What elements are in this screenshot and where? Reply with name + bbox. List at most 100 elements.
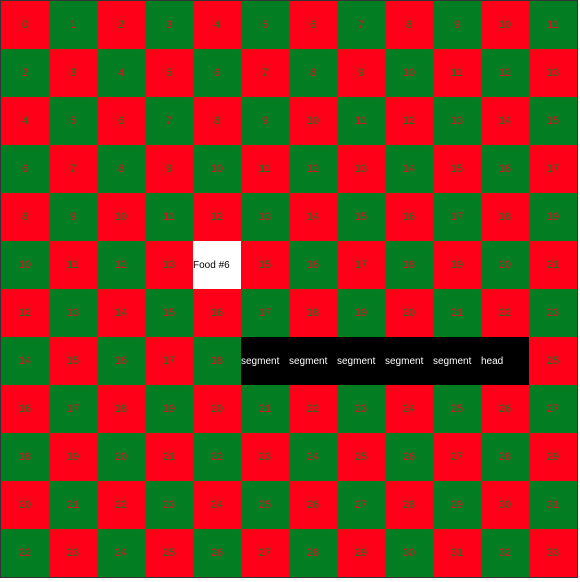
grid-cell: 13 (433, 97, 481, 145)
grid-cell: 2 (97, 1, 145, 49)
grid-cell: 10 (289, 97, 337, 145)
grid-cell: 23 (529, 289, 577, 337)
grid-cell: 9 (337, 49, 385, 97)
grid-cell: 1 (49, 1, 97, 49)
grid-cell: 23 (49, 529, 97, 577)
grid-cell: 10 (385, 49, 433, 97)
grid-cell: 14 (1, 337, 49, 385)
snake-head: head (481, 337, 529, 385)
grid-cell: 10 (193, 145, 241, 193)
grid-cell: 8 (385, 1, 433, 49)
grid-cell: 30 (385, 529, 433, 577)
grid-cell: 15 (337, 193, 385, 241)
grid-cell: 32 (481, 529, 529, 577)
grid-cell: 15 (241, 241, 289, 289)
grid-cell: 13 (145, 241, 193, 289)
grid-cell: 16 (97, 337, 145, 385)
game-board: 0 1 2 3 4 5 6 7 8 9 10 11 2 3 4 5 6 7 8 9 10 11 12 13 4 5 6 7 8 9 10 11… (0, 0, 578, 578)
grid-cell: 24 (289, 433, 337, 481)
grid-cell: 8 (289, 49, 337, 97)
grid-cell: 27 (337, 481, 385, 529)
grid-cell: 18 (385, 241, 433, 289)
grid-cell: 3 (145, 1, 193, 49)
grid-cell: 31 (529, 481, 577, 529)
snake-segment: segment (289, 337, 337, 385)
grid-cell: 3 (49, 49, 97, 97)
snake-segment: segment (385, 337, 433, 385)
grid-cell: 11 (529, 1, 577, 49)
grid-cell: 19 (433, 241, 481, 289)
grid-cell: 12 (289, 145, 337, 193)
grid-cell: 2 (1, 49, 49, 97)
grid-cell: 26 (193, 529, 241, 577)
grid-cell: 14 (289, 193, 337, 241)
grid-cell: 20 (193, 385, 241, 433)
grid-cell: 26 (385, 433, 433, 481)
grid-cell: 9 (145, 145, 193, 193)
grid-cell: 0 (1, 1, 49, 49)
grid-cell: 12 (97, 241, 145, 289)
grid-cell: 17 (433, 193, 481, 241)
grid-cell: 13 (241, 193, 289, 241)
grid-cell: 21 (49, 481, 97, 529)
grid-cell: 23 (241, 433, 289, 481)
grid-cell: 11 (241, 145, 289, 193)
grid-cell: 13 (49, 289, 97, 337)
grid-cell: 23 (337, 385, 385, 433)
grid-cell: 17 (49, 385, 97, 433)
grid-cell: 6 (1, 145, 49, 193)
grid-cell: 22 (193, 433, 241, 481)
grid-cell: 7 (145, 97, 193, 145)
grid-cell: 18 (289, 289, 337, 337)
grid-cell: 20 (97, 433, 145, 481)
grid-cell: 29 (433, 481, 481, 529)
grid-cell: 6 (97, 97, 145, 145)
grid-cell: 25 (433, 385, 481, 433)
grid-cell: 28 (289, 529, 337, 577)
grid-cell: 8 (1, 193, 49, 241)
grid-cell: 26 (481, 385, 529, 433)
grid-cell: 12 (481, 49, 529, 97)
grid-cell: 14 (97, 289, 145, 337)
grid-cell: 13 (337, 145, 385, 193)
grid-cell: 12 (1, 289, 49, 337)
grid-cell: 28 (385, 481, 433, 529)
grid-cell: 8 (97, 145, 145, 193)
grid-cell: 18 (97, 385, 145, 433)
grid-cell: 27 (433, 433, 481, 481)
grid-cell: 6 (289, 1, 337, 49)
grid-cell: 16 (385, 193, 433, 241)
grid-cell: 22 (481, 289, 529, 337)
grid-cell: 17 (337, 241, 385, 289)
grid-cell: 25 (529, 337, 577, 385)
grid-cell: 22 (97, 481, 145, 529)
grid-cell: 16 (1, 385, 49, 433)
food-cell: Food #6 (193, 241, 241, 289)
grid-cell: 19 (337, 289, 385, 337)
grid-cell: 5 (145, 49, 193, 97)
grid-cell: 11 (49, 241, 97, 289)
grid-cell: 31 (433, 529, 481, 577)
grid-cell: 28 (481, 433, 529, 481)
grid-cell: 9 (49, 193, 97, 241)
grid-cell: 9 (241, 97, 289, 145)
grid-cell: 20 (385, 289, 433, 337)
grid-cell: 29 (337, 529, 385, 577)
grid-cell: 16 (289, 241, 337, 289)
grid-cell: 10 (481, 1, 529, 49)
grid-cell: 12 (385, 97, 433, 145)
grid-cell: 12 (193, 193, 241, 241)
grid-cell: 25 (337, 433, 385, 481)
snake-segment: segment (241, 337, 289, 385)
grid-cell: 5 (241, 1, 289, 49)
grid-cell: 15 (145, 289, 193, 337)
grid-cell: 18 (481, 193, 529, 241)
snake-segment: segment (337, 337, 385, 385)
grid-cell: 17 (529, 145, 577, 193)
grid-cell: 21 (529, 241, 577, 289)
grid-cell: 11 (433, 49, 481, 97)
grid-cell: 21 (241, 385, 289, 433)
grid-cell: 4 (1, 97, 49, 145)
grid-cell: 10 (97, 193, 145, 241)
grid-cell: 17 (145, 337, 193, 385)
